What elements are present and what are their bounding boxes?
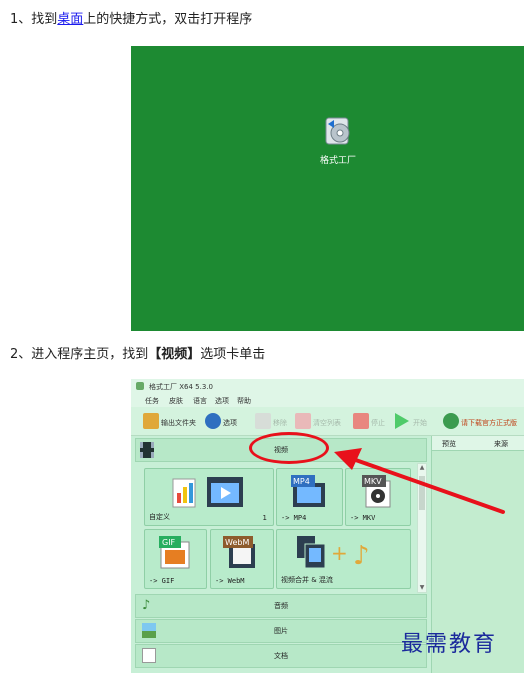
menu-task[interactable]: 任务: [145, 396, 159, 406]
tile-merge-label: 视频合并 & 混流: [281, 576, 333, 584]
step-1-suffix: 上的快捷方式，双击打开程序: [83, 12, 253, 27]
menu-help[interactable]: 帮助: [237, 396, 251, 406]
watermark-text: 最需教育: [401, 632, 498, 657]
start-button[interactable]: 开始: [395, 413, 433, 429]
desktop-link[interactable]: 桌面: [57, 12, 83, 27]
tile-custom-count: 1: [262, 514, 267, 522]
play-icon: [395, 413, 409, 429]
options-icon: [205, 413, 221, 429]
download-icon: [443, 413, 459, 429]
tile-gif-label: -> GIF: [149, 577, 175, 585]
menu-options[interactable]: 选项: [215, 396, 229, 406]
window-title: 格式工厂 X64 5.3.0: [149, 383, 213, 391]
step-1-prefix: 1、找到: [10, 12, 58, 27]
tile-mkv[interactable]: MKV -> MKV: [345, 468, 411, 526]
function-panel: 视频 自定义 1 MP4 -> MP4 MKV -> MKV GIF -> GI…: [131, 436, 430, 673]
menu-language[interactable]: 语言: [193, 396, 207, 406]
column-source[interactable]: 来源: [494, 439, 508, 449]
tile-custom[interactable]: 自定义 1: [144, 468, 274, 526]
category-document-label: 文档: [274, 652, 288, 660]
function-scrollbar[interactable]: ▲ ▼: [417, 463, 427, 593]
task-list-header: 预览 来源: [432, 436, 524, 451]
category-audio-tab[interactable]: ♪ 音频: [135, 594, 427, 618]
clear-icon: [295, 413, 311, 429]
title-bar: 格式工厂 X64 5.3.0: [131, 379, 524, 393]
webm-icon: WebM: [223, 536, 255, 568]
music-note-glyph: ♪: [353, 541, 370, 571]
custom-icon: [172, 477, 243, 508]
step-2-bold: 【视频】: [148, 347, 201, 362]
video-function-grid: 自定义 1 MP4 -> MP4 MKV -> MKV GIF -> GIF W…: [135, 463, 417, 591]
stop-icon: [353, 413, 369, 429]
mp4-icon: MP4: [291, 475, 325, 507]
tile-gif[interactable]: GIF -> GIF: [144, 529, 207, 589]
clear-list-button[interactable]: 清空列表: [295, 413, 347, 429]
options-button[interactable]: 选项: [205, 413, 245, 429]
scroll-down-icon[interactable]: ▼: [418, 584, 426, 592]
category-image-label: 图片: [274, 627, 288, 635]
mkv-icon: MKV: [362, 475, 391, 508]
tile-mp4[interactable]: MP4 -> MP4: [276, 468, 343, 526]
tile-merge-mux[interactable]: + ♪ 视频合并 & 混流: [276, 529, 411, 589]
step-2-prefix: 2、进入程序主页，找到: [10, 347, 149, 362]
menu-skin[interactable]: 皮肤: [169, 396, 183, 406]
step-2-instruction: 2、进入程序主页，找到【视频】选项卡单击: [10, 346, 265, 364]
tile-mp4-label: -> MP4: [281, 514, 307, 522]
format-factory-icon[interactable]: [320, 116, 356, 148]
plus-glyph: +: [331, 541, 348, 565]
category-document-tab[interactable]: 文档: [135, 644, 427, 668]
remove-button[interactable]: 移除: [255, 413, 293, 429]
category-image-tab[interactable]: 图片: [135, 619, 427, 643]
tile-mkv-label: -> MKV: [350, 514, 376, 522]
tile-webm-label: -> WebM: [215, 577, 245, 585]
desktop-screenshot: [131, 46, 524, 331]
output-folder-button[interactable]: 输出文件夹: [143, 413, 201, 429]
folder-icon: [143, 413, 159, 429]
menu-bar: 任务 皮肤 语言 选项 帮助: [131, 393, 524, 407]
merge-icon: + ♪: [297, 536, 370, 571]
mkv-icon-text: MKV: [364, 477, 382, 486]
stop-button[interactable]: 停止: [353, 413, 391, 429]
step-2-suffix: 选项卡单击: [200, 347, 266, 362]
category-audio-label: 音频: [274, 602, 288, 610]
toolbar: 输出文件夹 选项 移除 清空列表 停止 开始 请下载官方正式版: [131, 407, 524, 436]
column-preview[interactable]: 预览: [442, 439, 456, 449]
step-1-instruction: 1、找到桌面上的快捷方式，双击打开程序: [10, 11, 252, 29]
download-official-button[interactable]: 请下载官方正式版: [443, 413, 523, 429]
scroll-up-icon[interactable]: ▲: [418, 464, 426, 472]
gif-icon-text: GIF: [162, 538, 176, 547]
gif-icon: GIF: [159, 536, 190, 569]
tile-webm[interactable]: WebM -> WebM: [210, 529, 274, 589]
highlight-ellipse: [249, 432, 329, 464]
tile-custom-label: 自定义: [149, 513, 170, 521]
remove-icon: [255, 413, 271, 429]
scroll-thumb[interactable]: [419, 476, 425, 510]
mp4-icon-text: MP4: [293, 477, 310, 486]
app-icon: [136, 382, 144, 390]
webm-icon-text: WebM: [225, 538, 249, 547]
desktop-icon-label: 格式工厂: [319, 156, 356, 166]
